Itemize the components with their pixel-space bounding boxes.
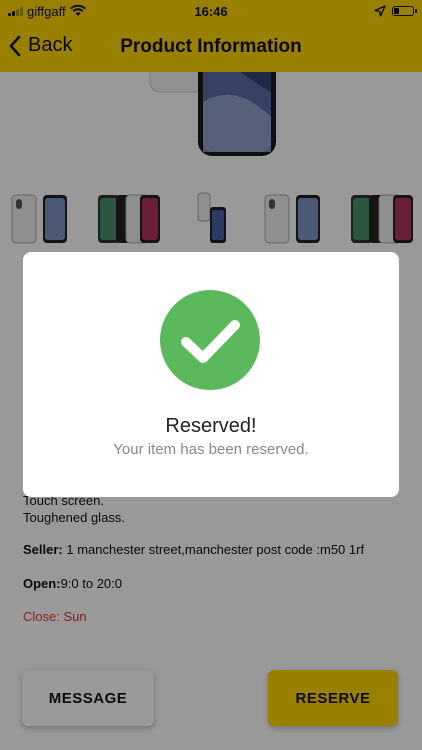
checkmark-icon bbox=[160, 290, 260, 390]
dialog-title: Reserved! bbox=[165, 415, 257, 437]
dialog-message: Your item has been reserved. bbox=[113, 441, 309, 458]
reserved-dialog[interactable]: Reserved! Your item has been reserved. bbox=[23, 252, 399, 497]
